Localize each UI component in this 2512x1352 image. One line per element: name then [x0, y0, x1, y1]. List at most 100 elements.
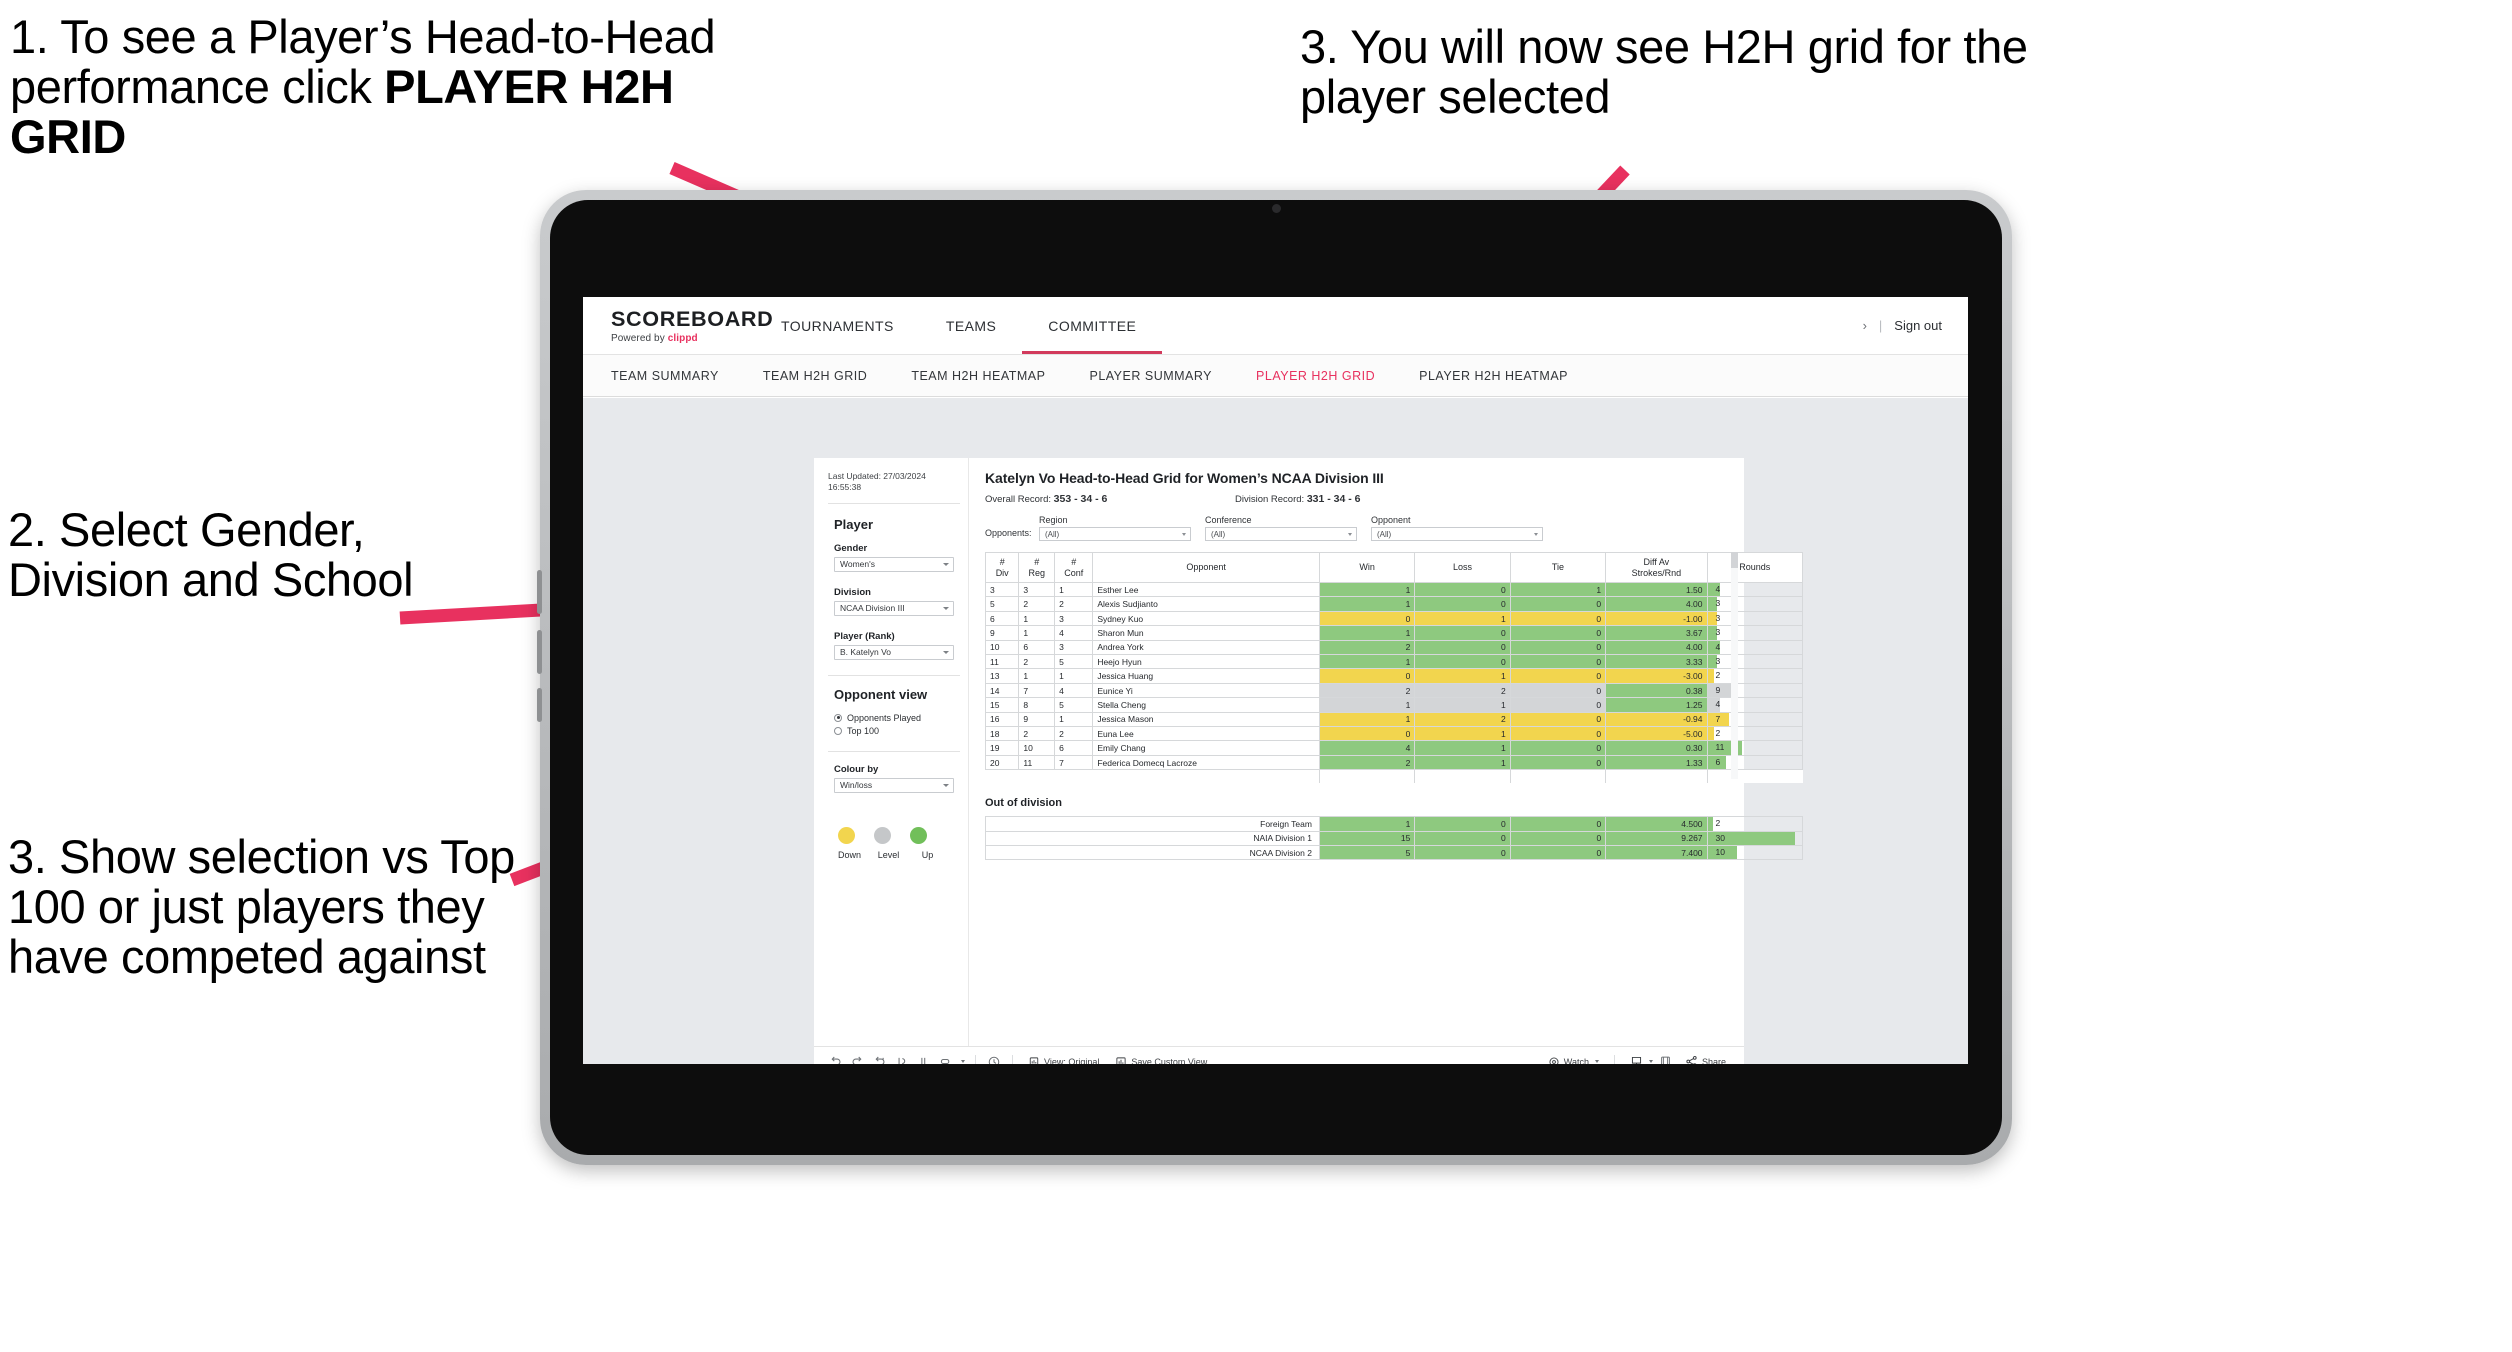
save-custom-view-button[interactable]: Save Custom View: [1107, 1056, 1215, 1064]
cell-reg: 6: [1018, 639, 1056, 656]
pause-icon[interactable]: [934, 1051, 956, 1064]
table-row[interactable]: Foreign Team 1 0 0 4.500 2: [985, 816, 1804, 832]
nav-item-committee[interactable]: COMMITTEE: [1022, 297, 1162, 354]
table-row[interactable]: 15 8 5 Stella Cheng 1 1 0 1.25 4: [984, 697, 1804, 713]
player-rank-select[interactable]: B. Katelyn Vo: [834, 644, 954, 660]
cell-tie: 0: [1509, 596, 1607, 612]
tab-player-summary[interactable]: PLAYER SUMMARY: [1089, 369, 1234, 383]
cell-div: 6: [984, 610, 1020, 627]
col-div: # Div: [984, 552, 1020, 583]
cell-opponent: Stella Cheng: [1092, 697, 1320, 713]
history-icon[interactable]: [983, 1051, 1005, 1064]
redo-icon[interactable]: [846, 1051, 868, 1064]
share-button[interactable]: Share: [1677, 1055, 1734, 1064]
cell-reg: 1: [1018, 668, 1056, 684]
table-row[interactable]: 16 9 1 Jessica Mason 1 2 0 -0.94 7: [984, 711, 1804, 728]
view-original-button[interactable]: View: Original: [1020, 1056, 1107, 1064]
tab-player-h2h-heatmap[interactable]: PLAYER H2H HEATMAP: [1419, 369, 1590, 383]
table-row[interactable]: 11 2 5 Heejo Hyun 1 0 0 3.33 3: [984, 654, 1804, 670]
col-conf-line2: Conf: [1064, 567, 1084, 578]
chevron-right-icon[interactable]: ›: [1863, 318, 1867, 333]
sign-out-link[interactable]: Sign out: [1894, 318, 1942, 333]
scrollbar-thumb[interactable]: [1731, 552, 1738, 568]
app-header: SCOREBOARD Powered by clippd TOURNAMENTS…: [583, 297, 1968, 355]
table-row[interactable]: 20 11 7 Federica Domecq Lacroze 2 1 0 1.33 6: [984, 754, 1804, 771]
table-row[interactable]: 14 7 4 Eunice Yi 2 2 0 0.38 9: [984, 682, 1804, 699]
cell-div: 13: [984, 668, 1020, 684]
tab-team-h2h-heatmap[interactable]: TEAM H2H HEATMAP: [911, 369, 1067, 383]
primary-nav: TOURNAMENTS TEAMS COMMITTEE: [755, 297, 1162, 354]
cell-win: 0: [1318, 610, 1416, 627]
division-record-value: 331 - 34 - 6: [1306, 493, 1361, 505]
gender-select[interactable]: Women's: [834, 556, 954, 572]
tab-team-summary[interactable]: TEAM SUMMARY: [611, 369, 741, 383]
table-row[interactable]: 18 2 2 Euna Lee 0 1 0 -5.00 2: [984, 726, 1804, 742]
blank-cell: [1605, 769, 1708, 784]
nav-item-tournaments[interactable]: TOURNAMENTS: [755, 297, 920, 354]
chevron-down-icon: [1648, 1060, 1653, 1063]
table-vertical-scrollbar[interactable]: [1731, 552, 1738, 780]
volume-up-button[interactable]: [537, 570, 542, 614]
tab-player-h2h-grid[interactable]: PLAYER H2H GRID: [1256, 369, 1397, 383]
table-row[interactable]: 5 2 2 Alexis Sudjianto 1 0 0 4.00 3: [984, 596, 1804, 612]
cell-reg: 3: [1018, 581, 1056, 598]
legend-dot-level: [874, 826, 891, 844]
table-row[interactable]: NCAA Division 2 5 0 0 7.400 10: [985, 844, 1804, 861]
cell-reg: 9: [1018, 711, 1056, 728]
legend-label-level: Level: [877, 849, 900, 860]
cell-opponent: Alexis Sudjianto: [1092, 596, 1320, 612]
nav-item-teams[interactable]: TEAMS: [920, 297, 1022, 354]
cell-win: 2: [1318, 754, 1416, 771]
division-select[interactable]: NCAA Division III: [834, 600, 954, 616]
chevron-down-icon: [943, 783, 949, 787]
cell-conf: 3: [1054, 639, 1094, 656]
table-row[interactable]: 19 10 6 Emily Chang 4 1 0 0.30 11: [984, 740, 1804, 756]
revert-icon[interactable]: [868, 1051, 890, 1064]
col-div-line1: #: [999, 557, 1005, 568]
table-row[interactable]: 9 1 4 Sharon Mun 1 0 0 3.67 3: [984, 625, 1804, 641]
col-reg-line1: #: [1034, 557, 1040, 568]
radio-top-100[interactable]: Top 100: [834, 726, 968, 736]
h2h-table-body: 3 3 1 Esther Lee 1 0 1 1.50 4 5 2 2 Alexis Sudjianto…: [984, 581, 1804, 771]
table-row[interactable]: 13 1 1 Jessica Huang 0 1 0 -3.00 2: [984, 668, 1804, 684]
out-of-division-table: Foreign Team 1 0 0 4.500 2 NAIA Division 1 15 0 0…: [985, 816, 1804, 861]
cell-win: 4: [1318, 740, 1416, 756]
opponent-filter-select[interactable]: (All): [1371, 527, 1543, 541]
volume-down-button[interactable]: [537, 630, 542, 674]
logo-tagline-brand: clippd: [667, 332, 698, 344]
cell-win: 2: [1318, 639, 1416, 656]
viz-body: Last Updated: 27/03/2024 16:55:38 Player…: [814, 458, 1804, 1046]
table-row[interactable]: 3 3 1 Esther Lee 1 0 1 1.50 4: [984, 581, 1804, 598]
blank-cell: [1054, 769, 1093, 784]
conference-filter-select[interactable]: (All): [1205, 527, 1357, 541]
cell-tie: 0: [1509, 830, 1607, 846]
table-row[interactable]: 6 1 3 Sydney Kuo 0 1 0 -1.00 3: [984, 610, 1804, 627]
scoreboard-logo[interactable]: SCOREBOARD Powered by clippd: [583, 308, 773, 344]
cell-win: 1: [1318, 711, 1416, 728]
conference-filter-value: (All): [1211, 529, 1226, 539]
tableau-viz: Last Updated: 27/03/2024 16:55:38 Player…: [814, 458, 1804, 1065]
fullscreen-icon[interactable]: [1655, 1051, 1677, 1064]
cell-reg: 8: [1018, 697, 1056, 713]
power-button[interactable]: [537, 688, 542, 722]
download-button[interactable]: [1622, 1055, 1655, 1064]
radio-opponents-played[interactable]: Opponents Played: [834, 713, 968, 723]
cell-conf: 2: [1054, 596, 1094, 612]
table-row[interactable]: 10 6 3 Andrea York 2 0 0 4.00 4: [984, 639, 1804, 656]
table-row[interactable]: NAIA Division 1 15 0 0 9.267 30: [985, 830, 1804, 846]
tab-team-h2h-grid[interactable]: TEAM H2H GRID: [763, 369, 889, 383]
cell-div: 10: [984, 639, 1020, 656]
overall-record-label: Overall Record:: [985, 494, 1054, 505]
refresh-icon[interactable]: [912, 1051, 934, 1064]
logo-tagline-prefix: Powered by: [611, 332, 668, 344]
header-right-actions: › | Sign out: [1863, 297, 1942, 354]
watch-button[interactable]: Watch: [1540, 1056, 1607, 1064]
undo-icon[interactable]: [824, 1051, 846, 1064]
player-rank-select-value: B. Katelyn Vo: [840, 647, 892, 658]
region-filter-select[interactable]: (All): [1039, 527, 1191, 541]
pause-refresh-icon[interactable]: [890, 1051, 912, 1064]
colour-by-select[interactable]: Win/loss: [834, 777, 954, 793]
chevron-down-icon[interactable]: [956, 1051, 968, 1065]
cell-diff: 0.38: [1605, 682, 1708, 699]
out-of-division-title: Out of division: [985, 797, 1062, 810]
